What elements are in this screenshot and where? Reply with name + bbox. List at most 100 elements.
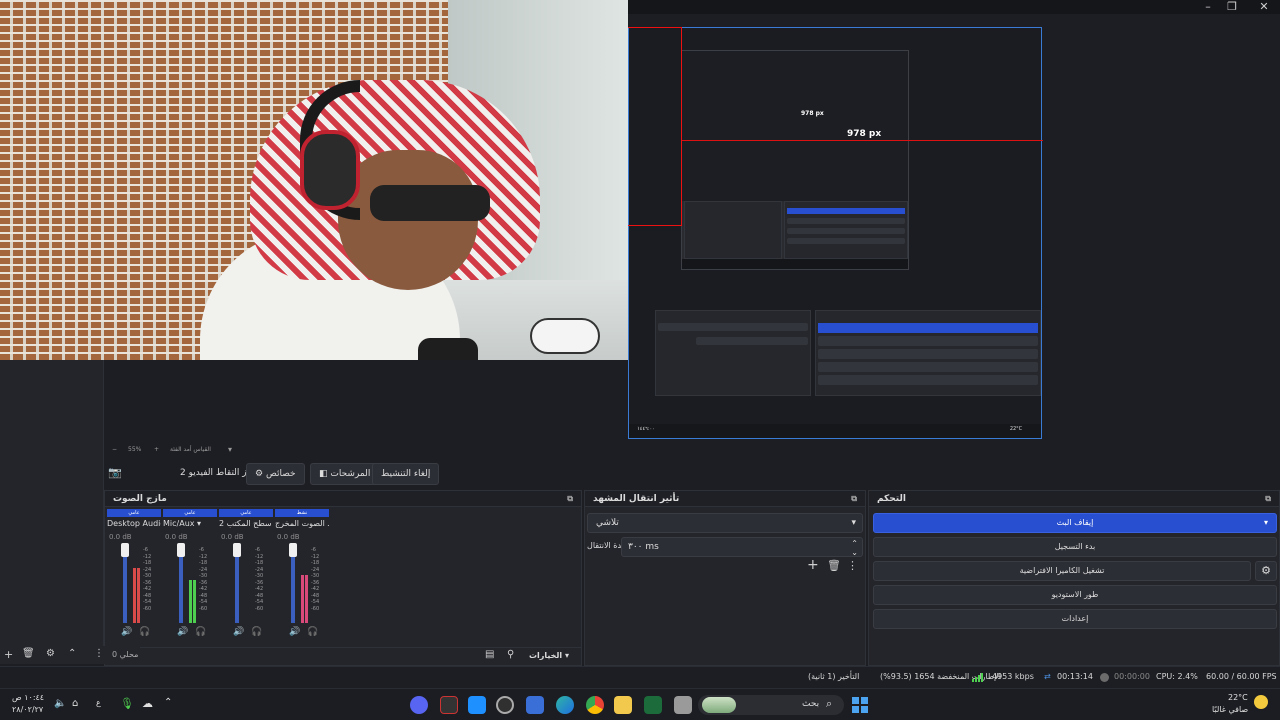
network-icon[interactable]: ⌂ [72, 698, 78, 709]
studio-mode-button[interactable]: طور الاستوديو [873, 585, 1277, 605]
more-icon[interactable]: ⋮ [847, 559, 858, 572]
settings-button[interactable]: إعدادات [873, 609, 1277, 629]
speaker-icon[interactable]: 🔈 [54, 698, 66, 709]
channel-name[interactable]: صوت سطح المكتب 2 ▾ [219, 519, 273, 528]
obs-icon[interactable] [496, 696, 514, 714]
trash-icon[interactable]: 🗑 [827, 559, 841, 572]
zoom-out-icon[interactable]: − [112, 446, 117, 453]
m365-icon[interactable] [644, 696, 662, 714]
channel-name[interactable]: Mic/Aux ▾ [163, 519, 217, 528]
headphones-icon[interactable]: 🎧 [307, 627, 318, 637]
headphones-icon[interactable]: 🎧 [195, 627, 206, 637]
left-dock-strip [0, 360, 104, 646]
taskbar-time[interactable]: ١٠:٤٤ ص [12, 693, 44, 702]
measure-label-small: 978 px [801, 110, 824, 117]
app-f-icon[interactable] [468, 696, 486, 714]
virtual-camera-button[interactable]: تشغيل الكاميرا الافتراضية [873, 561, 1251, 581]
deactivate-label: إلغاء التنشيط [381, 469, 431, 479]
mixer-channel: عامي Desktop Audio ▾ 0.0 dB -6-12-18-24-… [107, 509, 161, 643]
zoom-in-icon[interactable]: + [154, 446, 159, 453]
controls-dock: التحكم ⧉ إيقاف البث ▾ بدء التسجيل تشغيل … [868, 490, 1280, 666]
discord-icon[interactable] [410, 696, 428, 714]
weather-description[interactable]: صافي غالبًا [1212, 705, 1248, 714]
chevron-down-icon[interactable]: ▾ [1264, 514, 1268, 532]
properties-label: خصائص [265, 469, 296, 479]
webcam-source[interactable] [0, 0, 628, 360]
dock-popout-icon[interactable]: ⧉ [567, 491, 573, 507]
weather-sun-icon[interactable] [1254, 695, 1268, 709]
window-icon[interactable] [674, 696, 692, 714]
language-indicator[interactable]: ع [96, 698, 101, 707]
channel-name-label: صوت سطح المكتب 2 [219, 519, 273, 528]
channel-db: 0.0 dB [221, 533, 244, 541]
volume-fader-knob[interactable] [289, 543, 297, 557]
audio-mixer-dock: مازج الصوت ⧉ عامي Desktop Audio ▾ 0.0 dB… [104, 490, 582, 666]
search-highlight-image [702, 697, 736, 713]
channel-name[interactable]: Desktop Audio ▾ [107, 519, 161, 528]
volume-fader-knob[interactable] [121, 543, 129, 557]
headphones-icon[interactable]: 🎧 [139, 627, 150, 637]
nested-transition-select [658, 323, 808, 331]
transition-select[interactable]: تلاشي ▾ [587, 513, 863, 533]
taskbar-date[interactable]: ٢٨/٠٢/٢٧ [12, 705, 43, 714]
start-recording-button[interactable]: بدء التسجيل [873, 537, 1277, 557]
properties-button[interactable]: ⚙ خصائص [246, 463, 305, 485]
dock-popout-icon[interactable]: ⧉ [1265, 491, 1271, 507]
mixer-options-button[interactable]: الخيارات ▾ [529, 651, 569, 660]
trash-icon[interactable]: 🗑 [22, 648, 35, 659]
filters-button[interactable]: ◧ المرشحات [310, 463, 380, 485]
speaker-icon[interactable]: 🔊 [233, 627, 244, 637]
mixer-options-label: الخيارات [529, 651, 563, 660]
nested-btn [818, 375, 1038, 385]
gear-icon[interactable]: ⚙ [46, 648, 55, 659]
edge-icon[interactable] [556, 696, 574, 714]
virtual-camera-settings-icon[interactable]: ⚙ [1255, 561, 1277, 581]
nested-inner-window [681, 50, 909, 270]
volume-fader-knob[interactable] [233, 543, 241, 557]
speaker-icon[interactable]: 🔊 [289, 627, 300, 637]
deactivate-button[interactable]: إلغاء التنشيط [372, 463, 440, 485]
taskbar-search-box[interactable]: بحث ⌕ [698, 695, 844, 715]
layout-icon[interactable]: ▤ [485, 649, 494, 660]
headphones-icon[interactable]: 🎧 [251, 627, 262, 637]
level-meter [305, 574, 308, 623]
close-button[interactable]: ✕ [1248, 0, 1280, 14]
chevron-up-icon[interactable]: ⌃ [68, 648, 76, 659]
db-scale: -6 -12 -18 -24 -30 -36 -42 -48 -54 -60 [143, 547, 152, 612]
filter-icon: ◧ [319, 469, 331, 479]
controls-title: التحكم [877, 494, 906, 504]
chrome-icon[interactable] [586, 696, 604, 714]
epic-games-icon[interactable] [440, 696, 458, 714]
weather-temp[interactable]: 22°C [1228, 693, 1248, 702]
store-icon[interactable] [526, 696, 544, 714]
speaker-icon[interactable]: 🔊 [177, 627, 188, 637]
add-icon[interactable]: + [4, 648, 13, 661]
measure-label-big: 978 px [847, 129, 882, 139]
duration-spinbox[interactable]: ٣٠٠ ms ⌃ ⌄ [621, 537, 863, 557]
chevron-down-icon: ▾ [851, 518, 856, 528]
dock-popout-icon[interactable]: ⧉ [851, 491, 857, 507]
camera-icon[interactable]: 📷 [108, 466, 122, 479]
nested-clock: ١٤٤٦:٠٠ [637, 426, 655, 432]
windows-start-icon[interactable] [852, 697, 868, 713]
duration-value: ٣٠٠ ms [628, 542, 659, 552]
stop-streaming-button[interactable]: إيقاف البث ▾ [873, 513, 1277, 533]
more-icon[interactable]: ⋮ [94, 648, 104, 659]
mixer-channel: عامي Mic/Aux ▾ 0.0 dB -6 -12 -18 -24 -30 -36-… [163, 509, 217, 643]
volume-fader-knob[interactable] [177, 543, 185, 557]
chevron-up-icon[interactable]: ⌃ [164, 697, 172, 708]
speaker-icon[interactable]: 🔊 [121, 627, 132, 637]
nested-red-bounding-box [628, 27, 682, 226]
channel-name[interactable]: التقاط الصوت المخرج ▾ [275, 519, 329, 528]
file-explorer-icon[interactable] [614, 696, 632, 714]
microphone-icon[interactable]: 🎙 [120, 697, 134, 710]
onedrive-icon[interactable]: ☁ [142, 697, 153, 710]
restore-button[interactable]: ❐ [1216, 0, 1248, 14]
link-icon[interactable]: ⚲ [507, 649, 514, 660]
nested-controls [815, 310, 1041, 396]
zoom-dropdown-icon[interactable]: ▾ [228, 445, 232, 454]
channel-db: 0.0 dB [109, 533, 132, 541]
nested-btn [818, 336, 1038, 346]
audio-mixer-footer: الخيارات ▾ ⚲ ▤ [105, 647, 581, 665]
add-transition-icon[interactable]: + [807, 557, 819, 573]
